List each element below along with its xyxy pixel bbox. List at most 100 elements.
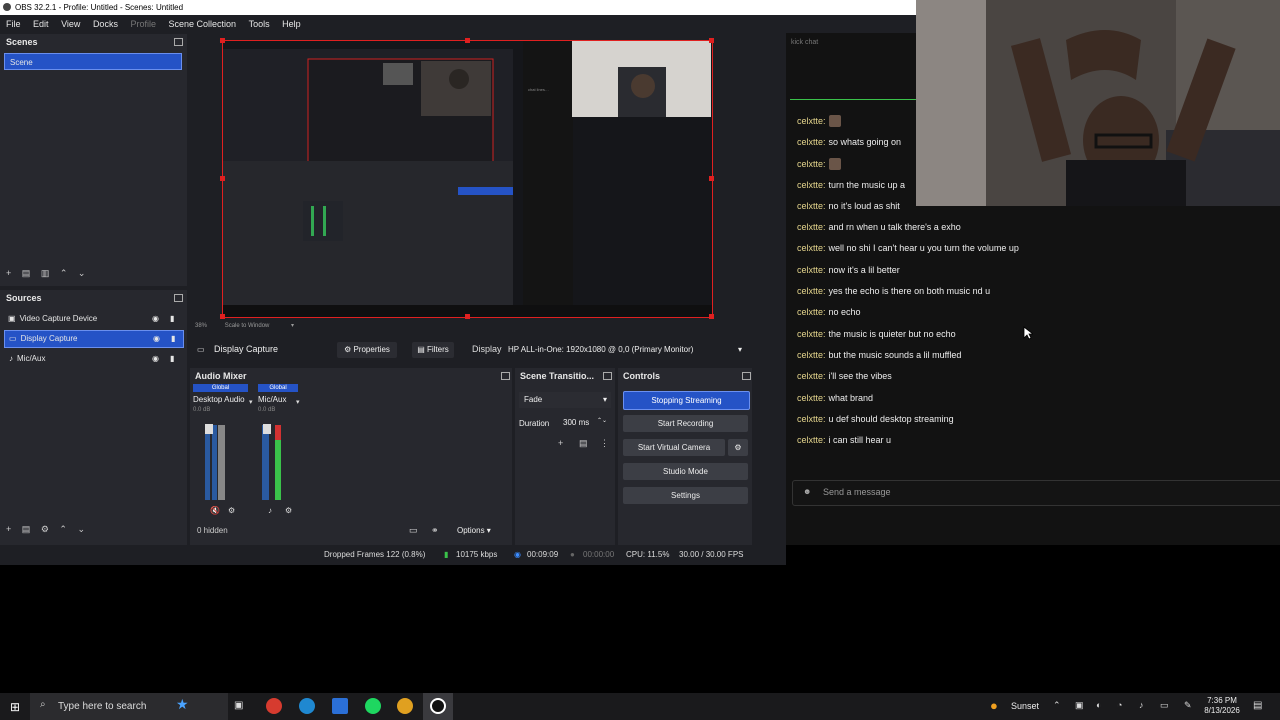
dock-float-icon[interactable] — [603, 372, 612, 380]
lock-icon[interactable]: ▮ — [170, 311, 174, 326]
chat-username[interactable]: celxtte: — [797, 159, 826, 169]
trash-icon[interactable]: ▤ — [22, 524, 31, 534]
mixer-options-button[interactable]: Options ▾ — [457, 526, 491, 535]
task-view-icon[interactable]: ▣ — [234, 700, 243, 711]
tray-app-icon[interactable]: ▣ — [1075, 700, 1084, 711]
more-icon[interactable]: ⋮ — [600, 438, 609, 449]
chat-username[interactable]: celxtte: — [797, 116, 826, 126]
chat-username[interactable]: celxtte: — [797, 307, 826, 317]
chat-username[interactable]: celxtte: — [797, 265, 826, 275]
volume-fader-handle[interactable] — [205, 424, 213, 434]
volume-fader-handle[interactable] — [263, 424, 271, 434]
pen-icon[interactable]: ✎ — [1184, 700, 1192, 711]
chat-input[interactable]: ☻ Send a message — [792, 480, 1280, 506]
chat-username[interactable]: celxtte: — [797, 180, 826, 190]
add-icon[interactable]: + — [6, 524, 11, 534]
move-down-icon[interactable]: ⌄ — [77, 524, 85, 534]
chevron-down-icon[interactable]: ▾ — [296, 398, 300, 406]
network-icon[interactable]: ◔ — [1117, 700, 1122, 710]
chat-username[interactable]: celxtte: — [797, 286, 826, 296]
gear-icon[interactable]: ⚙ — [228, 506, 235, 515]
chat-username[interactable]: celxtte: — [797, 371, 826, 381]
chat-username[interactable]: celxtte: — [797, 201, 826, 211]
move-up-icon[interactable]: ⌃ — [59, 524, 67, 534]
tray-chevron-icon[interactable]: ⌃ — [1053, 700, 1061, 711]
lock-icon[interactable]: ▮ — [170, 351, 174, 366]
chat-username[interactable]: celxtte: — [797, 393, 826, 403]
gear-icon[interactable]: ⚙ — [41, 524, 49, 534]
add-icon[interactable]: + — [558, 438, 563, 448]
dock-float-icon[interactable] — [174, 294, 183, 302]
resize-handle[interactable] — [709, 176, 714, 181]
display-select[interactable]: HP ALL-in-One: 1920x1080 @ 0,0 (Primary … — [508, 342, 746, 358]
source-item-mic[interactable]: ♪ Mic/Aux ◉ ▮ — [4, 351, 182, 366]
channel-name[interactable]: Desktop Audio — [193, 395, 248, 404]
menu-docks[interactable]: Docks — [93, 19, 118, 29]
stop-streaming-button[interactable]: Stopping Streaming — [623, 391, 750, 410]
virtual-camera-settings-icon[interactable]: ⚙ — [728, 439, 748, 456]
eye-icon[interactable]: ◉ — [152, 311, 159, 326]
move-up-icon[interactable]: ⌃ — [60, 268, 68, 278]
source-item-video-capture[interactable]: ▣ Video Capture Device ◉ ▮ — [4, 311, 182, 326]
notification-icon[interactable]: ▤ — [1253, 700, 1262, 711]
speaker-icon[interactable]: ♪ — [268, 506, 272, 515]
dock-float-icon[interactable] — [501, 372, 510, 380]
taskbar-search[interactable]: ⌕ Type here to search ★ — [30, 693, 228, 720]
emote-icon[interactable]: ☻ — [803, 487, 811, 496]
preview-canvas[interactable]: chat lines… — [220, 38, 714, 319]
layout-icon[interactable]: ▭ — [409, 525, 418, 536]
start-recording-button[interactable]: Start Recording — [623, 415, 748, 432]
channel-name[interactable]: Mic/Aux — [258, 395, 298, 404]
scale-mode[interactable]: Scale to Window — [225, 323, 270, 329]
volume-icon[interactable]: ◐ — [1096, 700, 1101, 710]
menu-tools[interactable]: Tools — [249, 19, 270, 29]
transition-select[interactable]: Fade ▾ — [519, 392, 611, 408]
trash-icon[interactable]: ▤ — [579, 438, 588, 449]
clock[interactable]: 7:36 PM 8/13/2026 — [1202, 696, 1242, 716]
obs-taskbar-button[interactable] — [423, 693, 453, 720]
zoom-value[interactable]: 38% — [195, 323, 207, 329]
settings-button[interactable]: Settings — [623, 487, 748, 504]
weather-label[interactable]: Sunset — [1011, 701, 1039, 711]
add-icon[interactable]: + — [6, 268, 11, 278]
resize-handle[interactable] — [709, 38, 714, 43]
chevron-down-icon[interactable]: ▾ — [249, 398, 253, 406]
recording-app-icon[interactable] — [266, 698, 282, 714]
resize-handle[interactable] — [465, 38, 470, 43]
menu-edit[interactable]: Edit — [33, 19, 49, 29]
dock-float-icon[interactable] — [174, 38, 183, 46]
chat-username[interactable]: celxtte: — [797, 329, 826, 339]
source-item-display-capture[interactable]: ▭ Display Capture ◉ ▮ — [4, 330, 184, 348]
virtual-camera-button[interactable]: Start Virtual Camera — [623, 439, 725, 456]
menu-scene-collection[interactable]: Scene Collection — [169, 19, 237, 29]
eye-icon[interactable]: ◉ — [152, 351, 159, 366]
resize-handle[interactable] — [709, 314, 714, 319]
resize-handle[interactable] — [465, 314, 470, 319]
chat-username[interactable]: celxtte: — [797, 350, 826, 360]
volume-slider[interactable] — [218, 425, 225, 500]
studio-mode-button[interactable]: Studio Mode — [623, 463, 748, 480]
lock-icon[interactable]: ▮ — [171, 331, 175, 346]
resize-handle[interactable] — [220, 176, 225, 181]
scene-item[interactable]: Scene — [4, 53, 182, 70]
file-explorer-icon[interactable] — [332, 698, 348, 714]
stepper-icon[interactable]: ⌃⌄ — [597, 414, 607, 428]
menu-file[interactable]: File — [6, 19, 21, 29]
gear-icon[interactable]: ⚙ — [285, 506, 292, 515]
dock-float-icon[interactable] — [742, 372, 751, 380]
chevron-down-icon[interactable]: ▾ — [291, 323, 294, 329]
filter-icon[interactable]: ▥ — [41, 268, 50, 278]
spotify-icon[interactable] — [365, 698, 381, 714]
edge-icon[interactable] — [299, 698, 315, 714]
mute-icon[interactable]: 🔇 — [210, 506, 220, 515]
chrome-icon[interactable] — [397, 698, 413, 714]
link-icon[interactable]: ⚭ — [431, 525, 439, 536]
mic-icon[interactable]: ♪ — [1139, 700, 1144, 710]
properties-button[interactable]: ⚙ Properties — [337, 342, 397, 358]
menu-help[interactable]: Help — [282, 19, 301, 29]
chat-username[interactable]: celxtte: — [797, 414, 826, 424]
chat-username[interactable]: celxtte: — [797, 222, 826, 232]
resize-handle[interactable] — [220, 38, 225, 43]
windows-start-icon[interactable]: ⊞ — [10, 700, 20, 714]
chat-username[interactable]: celxtte: — [797, 435, 826, 445]
